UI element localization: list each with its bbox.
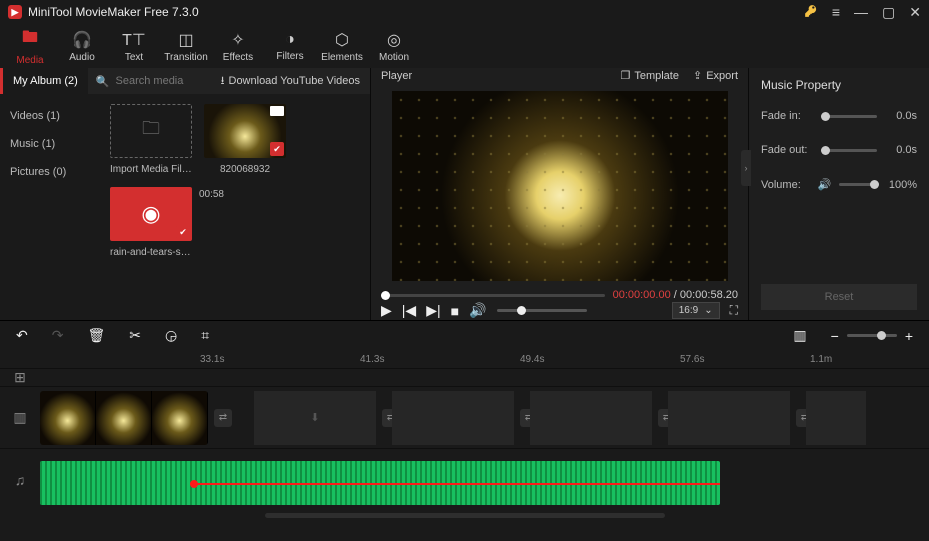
import-label: Import Media Files <box>110 164 192 175</box>
text-icon: T⊤ <box>122 30 146 50</box>
motion-icon: ◎ <box>387 30 401 50</box>
zoom-slider[interactable] <box>847 334 897 337</box>
fade-out-label: Fade out: <box>761 144 813 156</box>
volume-value: 100% <box>887 179 917 191</box>
add-track-button[interactable]: ⊞ <box>0 369 40 386</box>
video-clip[interactable] <box>40 391 208 445</box>
video-preview[interactable] <box>392 91 728 281</box>
prev-frame-button[interactable]: |◀ <box>402 302 416 319</box>
tab-filters[interactable]: ◑Filters <box>266 24 314 68</box>
panel-collapse-handle[interactable]: › <box>741 150 751 186</box>
reset-button[interactable]: Reset <box>761 284 917 310</box>
fade-out-value: 0.0s <box>885 144 917 156</box>
timeline-fit-button[interactable]: ▥ <box>793 327 806 344</box>
menu-icon[interactable]: ≡ <box>832 4 840 20</box>
tab-effects[interactable]: ✧Effects <box>214 24 262 68</box>
volume-slider[interactable] <box>497 309 587 312</box>
maximize-icon[interactable]: ▢ <box>882 4 895 21</box>
fade-out-slider[interactable] <box>821 149 877 152</box>
property-title: Music Property <box>761 78 917 92</box>
media-thumb-video[interactable]: ✔ <box>204 104 286 158</box>
export-icon: ⇪ <box>693 69 702 82</box>
audio-track-icon: ♫ <box>0 449 40 510</box>
delete-button[interactable]: 🗑 <box>87 327 105 344</box>
zoom-out-button[interactable]: − <box>831 328 839 344</box>
play-button[interactable]: ▶ <box>381 302 392 319</box>
empty-clip-slot[interactable]: ⇄ <box>392 391 514 445</box>
app-logo: ▶ <box>8 5 22 19</box>
category-pictures[interactable]: Pictures (0) <box>0 158 100 186</box>
timeline-ruler[interactable]: 33.1s 41.3s 49.4s 57.6s 1.1m <box>0 350 929 368</box>
zoom-in-button[interactable]: + <box>905 328 913 344</box>
video-track-icon: ▥ <box>0 387 40 448</box>
album-tab[interactable]: My Album (2) <box>0 68 88 94</box>
template-button[interactable]: ❐Template <box>620 69 679 82</box>
category-videos[interactable]: Videos (1) <box>0 102 100 130</box>
speaker-icon: 🔊 <box>817 178 831 191</box>
tab-text[interactable]: T⊤Text <box>110 24 158 68</box>
fade-curve[interactable] <box>190 483 720 485</box>
tab-audio[interactable]: 🎧Audio <box>58 24 106 68</box>
download-icon: ⭳ <box>221 72 225 91</box>
minimize-icon[interactable]: ― <box>854 4 868 20</box>
category-music[interactable]: Music (1) <box>0 130 100 158</box>
empty-clip-slot[interactable]: ⬇⇄ <box>254 391 376 445</box>
next-frame-button[interactable]: ▶| <box>426 302 440 319</box>
empty-clip-slot[interactable]: ⇄ <box>530 391 652 445</box>
template-icon: ❐ <box>620 69 630 82</box>
tab-transition[interactable]: ◫Transition <box>162 24 210 68</box>
audio-clip[interactable]: ↔ <box>40 461 720 505</box>
media-name: 820068932 <box>220 164 270 175</box>
prop-volume-slider[interactable] <box>839 183 879 186</box>
elements-icon: ⬡ <box>335 30 349 50</box>
check-icon: ✔ <box>270 142 284 156</box>
import-media-button[interactable]: 🗀 <box>110 104 192 158</box>
seek-slider[interactable] <box>381 294 605 297</box>
video-badge-icon <box>270 106 284 116</box>
volume-icon[interactable]: 🔊 <box>469 302 486 319</box>
filters-icon: ◑ <box>285 31 295 49</box>
folder-plus-icon: 🗀 <box>142 116 160 146</box>
search-input[interactable]: 🔍Search media <box>88 75 211 88</box>
redo-button[interactable]: ↷ <box>52 327 64 344</box>
empty-clip-slot[interactable]: ⇄ <box>668 391 790 445</box>
export-button[interactable]: ⇪Export <box>693 69 738 82</box>
check-icon: ✔ <box>176 225 190 239</box>
media-name: rain-and-tears-sad-... <box>110 247 192 258</box>
split-button[interactable]: ✂ <box>129 327 141 344</box>
transition-slot[interactable]: ⇄ <box>214 409 232 427</box>
tab-media[interactable]: 🖿Media <box>6 24 54 68</box>
license-key-icon[interactable] <box>804 4 818 21</box>
headphones-icon: 🎧 <box>72 30 92 50</box>
transition-icon: ◫ <box>178 30 193 50</box>
stop-button[interactable]: ■ <box>451 303 459 319</box>
audio-duration: 00:58 <box>199 189 224 200</box>
search-icon: 🔍 <box>96 75 110 88</box>
close-icon[interactable]: ✕ <box>909 4 921 21</box>
fullscreen-button[interactable]: ⛶ <box>730 303 738 318</box>
speed-button[interactable]: ◶ <box>165 327 177 344</box>
horizontal-scrollbar[interactable] <box>265 513 665 518</box>
media-thumb-audio[interactable]: ◉ 00:58 ✔ <box>110 187 192 241</box>
fade-in-slider[interactable] <box>821 115 877 118</box>
tab-motion[interactable]: ◎Motion <box>370 24 418 68</box>
undo-button[interactable]: ↶ <box>16 327 28 344</box>
fade-in-value: 0.0s <box>885 110 917 122</box>
fade-in-label: Fade in: <box>761 110 813 122</box>
tab-elements[interactable]: ⬡Elements <box>318 24 366 68</box>
timecode: 00:00:00.00 / 00:00:58.20 <box>605 289 738 301</box>
folder-icon: 🖿 <box>22 26 38 53</box>
music-note-icon: ◉ <box>141 201 160 227</box>
volume-label: Volume: <box>761 179 809 191</box>
aspect-ratio-select[interactable]: 16:9⌄ <box>672 302 720 319</box>
chevron-down-icon: ⌄ <box>704 305 712 316</box>
player-title: Player <box>381 70 412 82</box>
effects-icon: ✧ <box>231 30 244 50</box>
crop-button[interactable]: ⌗ <box>201 327 209 344</box>
download-youtube-button[interactable]: ⭳Download YouTube Videos <box>211 72 370 91</box>
empty-clip-slot[interactable] <box>806 391 866 445</box>
app-title: MiniTool MovieMaker Free 7.3.0 <box>28 5 804 19</box>
